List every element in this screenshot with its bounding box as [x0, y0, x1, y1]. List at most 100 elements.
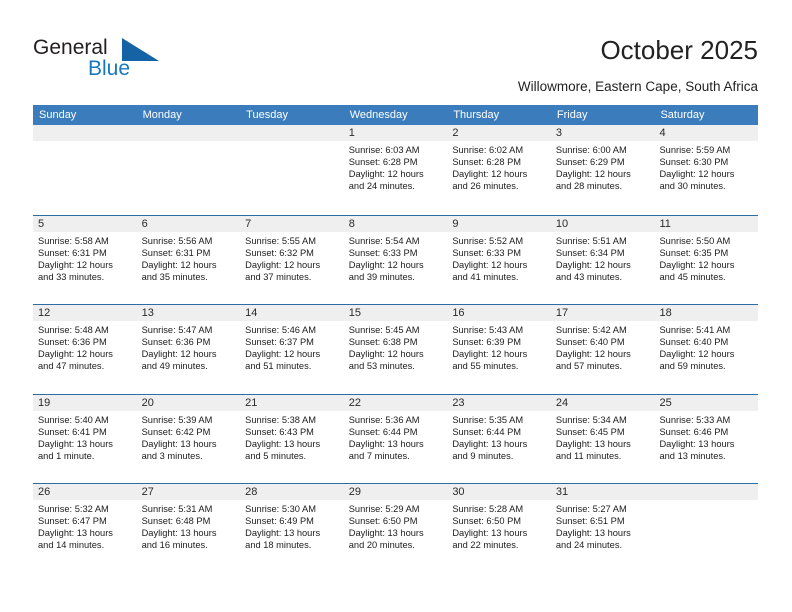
daylight-line-2: and 20 minutes. — [348, 540, 415, 551]
sunrise-time: Sunrise: 5:38 AM — [245, 414, 316, 425]
sunrise-time: Sunrise: 5:47 AM — [141, 325, 213, 335]
calendar-day-cell[interactable]: 1 Sunrise: 6:03 AM Sunset: 6:28 PM Daylight… — [343, 125, 448, 215]
weekday-friday: Friday — [556, 109, 588, 121]
sunrise-time: Sunrise: 5:27 AM — [555, 504, 627, 514]
sunrise-time: Sunrise: 5:39 AM — [141, 414, 213, 425]
calendar-day-cell[interactable]: 17 Sunrise: 5:42 AM Sunset: 6:40 PM Dayligh… — [550, 305, 655, 394]
logo-text-blue: Blue — [88, 57, 131, 80]
calendar-day-cell[interactable]: 28 Sunrise: 5:30 AM Sunset: 6:49 PM Dayligh… — [240, 484, 344, 573]
day-number: 17 — [550, 305, 655, 321]
daylight-line-1: Daylight: 13 hours — [348, 438, 424, 449]
calendar-day-cell[interactable]: 16 Sunrise: 5:43 AM Sunset: 6:39 PM Dayligh… — [447, 305, 551, 394]
calendar-day-cell[interactable]: 23 Sunrise: 5:35 AM Sunset: 6:44 PM Dayligh… — [447, 394, 551, 483]
sunset-time: Sunset: 6:37 PM — [245, 337, 314, 348]
daylight-line-2: and 49 minutes. — [141, 361, 208, 372]
calendar-day-cell[interactable]: 18 Sunrise: 5:41 AM Sunset: 6:40 PM Dayligh… — [654, 305, 759, 394]
page-subtitle: Willowmore, Eastern Cape, South Africa — [517, 79, 758, 94]
day-sun-info: Sunrise: 5:59 AM Sunset: 6:30 PM Daylight:… — [654, 141, 758, 192]
day-sun-info: Sunrise: 5:47 AM Sunset: 6:36 PM Daylight:… — [137, 321, 241, 372]
daylight-line-1: Daylight: 12 hours — [555, 349, 631, 360]
calendar-day-cell[interactable]: 3 Sunrise: 6:00 AM Sunset: 6:29 PM Daylight… — [550, 125, 655, 215]
daylight-line-2: and 33 minutes. — [38, 271, 105, 282]
calendar-day-cell[interactable]: 11 Sunrise: 5:50 AM Sunset: 6:35 PM Dayligh… — [654, 215, 759, 304]
sunset-time: Sunset: 6:45 PM — [555, 426, 625, 437]
sunset-time: Sunset: 6:32 PM — [245, 247, 314, 258]
sunset-time: Sunset: 6:40 PM — [659, 337, 729, 348]
daylight-line-2: and 22 minutes. — [452, 540, 519, 551]
day-sun-info: Sunrise: 5:42 AM Sunset: 6:40 PM Daylight:… — [551, 321, 655, 372]
daylight-line-1: Daylight: 12 hours — [555, 169, 631, 180]
daylight-line-1: Daylight: 13 hours — [141, 438, 217, 449]
sunset-time: Sunset: 6:40 PM — [555, 337, 625, 348]
day-number: 27 — [136, 484, 241, 500]
daylight-line-2: and 47 minutes. — [38, 361, 105, 372]
day-number: 21 — [240, 394, 344, 411]
calendar-day-cell[interactable]: 2 Sunrise: 6:02 AM Sunset: 6:28 PM Daylight… — [447, 125, 551, 215]
calendar-day-cell[interactable]: 12 Sunrise: 5:48 AM Sunset: 6:36 PM Dayligh… — [33, 305, 137, 394]
day-number: 11 — [654, 215, 759, 232]
calendar-day-cell[interactable]: 31 Sunrise: 5:27 AM Sunset: 6:51 PM Dayligh… — [550, 484, 655, 573]
day-sun-info: Sunrise: 5:40 AM Sunset: 6:41 PM Daylight:… — [33, 411, 137, 462]
sunrise-time: Sunrise: 5:33 AM — [659, 414, 731, 425]
daylight-line-2: and 37 minutes. — [245, 271, 312, 282]
sunrise-time: Sunrise: 5:48 AM — [38, 325, 109, 335]
calendar-day-cell[interactable]: 6 Sunrise: 5:56 AM Sunset: 6:31 PM Daylight… — [136, 215, 241, 304]
calendar-day-cell[interactable]: 9 Sunrise: 5:52 AM Sunset: 6:33 PM Daylight… — [447, 215, 551, 304]
sunset-time: Sunset: 6:47 PM — [38, 516, 107, 527]
calendar-day-cell[interactable]: 5 Sunrise: 5:58 AM Sunset: 6:31 PM Daylight… — [33, 215, 137, 304]
sunrise-time: Sunrise: 5:56 AM — [141, 235, 213, 246]
calendar-day-cell[interactable]: 14 Sunrise: 5:46 AM Sunset: 6:37 PM Dayligh… — [240, 305, 344, 394]
weekday-saturday: Saturday — [660, 109, 705, 121]
calendar-day-cell[interactable]: 22 Sunrise: 5:36 AM Sunset: 6:44 PM Dayligh… — [343, 394, 448, 483]
weekday-tuesday: Tuesday — [246, 109, 288, 121]
calendar-day-cell[interactable]: 4 Sunrise: 5:59 AM Sunset: 6:30 PM Daylight… — [654, 125, 759, 215]
calendar-day-cell[interactable]: 26 Sunrise: 5:32 AM Sunset: 6:47 PM Dayligh… — [33, 484, 137, 573]
calendar-day-cell[interactable]: 21 Sunrise: 5:38 AM Sunset: 6:43 PM Dayligh… — [240, 394, 344, 483]
sunset-time: Sunset: 6:31 PM — [141, 247, 211, 258]
sunrise-time: Sunrise: 5:34 AM — [555, 414, 627, 425]
sunrise-time: Sunrise: 5:31 AM — [141, 504, 213, 514]
day-number: 12 — [33, 305, 137, 321]
calendar-day-cell[interactable]: 10 Sunrise: 5:51 AM Sunset: 6:34 PM Dayligh… — [550, 215, 655, 304]
day-sun-info: Sunrise: 5:48 AM Sunset: 6:36 PM Daylight:… — [33, 321, 137, 372]
day-sun-info: Sunrise: 6:03 AM Sunset: 6:28 PM Daylight:… — [344, 141, 448, 192]
calendar-day-cell[interactable]: 7 Sunrise: 5:55 AM Sunset: 6:32 PM Daylight… — [240, 215, 344, 304]
calendar-day-cell[interactable]: 20 Sunrise: 5:39 AM Sunset: 6:42 PM Dayligh… — [136, 394, 241, 483]
daylight-line-1: Daylight: 12 hours — [555, 259, 631, 270]
calendar-day-cell[interactable]: 24 Sunrise: 5:34 AM Sunset: 6:45 PM Dayligh… — [550, 394, 655, 483]
day-number: 18 — [654, 305, 759, 321]
daylight-line-1: Daylight: 13 hours — [141, 528, 217, 539]
daylight-line-2: and 11 minutes. — [555, 450, 622, 461]
sunset-time: Sunset: 6:30 PM — [659, 157, 729, 168]
calendar-day-cell[interactable]: 19 Sunrise: 5:40 AM Sunset: 6:41 PM Dayligh… — [33, 394, 137, 483]
daylight-line-2: and 14 minutes. — [38, 540, 105, 551]
calendar-day-cell[interactable]: 27 Sunrise: 5:31 AM Sunset: 6:48 PM Dayligh… — [136, 484, 241, 573]
sunrise-time: Sunrise: 5:46 AM — [245, 325, 316, 335]
day-sun-info: Sunrise: 5:39 AM Sunset: 6:42 PM Daylight:… — [137, 411, 241, 462]
calendar-day-cell[interactable]: 29 Sunrise: 5:29 AM Sunset: 6:50 PM Dayligh… — [343, 484, 448, 573]
daylight-line-1: Daylight: 12 hours — [141, 349, 217, 360]
day-sun-info: Sunrise: 5:43 AM Sunset: 6:39 PM Daylight:… — [447, 321, 551, 372]
day-sun-info: Sunrise: 6:02 AM Sunset: 6:28 PM Daylight:… — [447, 141, 551, 192]
day-sun-info: Sunrise: 6:00 AM Sunset: 6:29 PM Daylight:… — [551, 141, 655, 192]
calendar-day-cell[interactable]: 30 Sunrise: 5:28 AM Sunset: 6:50 PM Dayligh… — [447, 484, 551, 573]
calendar-week-row: 19 Sunrise: 5:40 AM Sunset: 6:41 PM Dayligh… — [33, 393, 759, 483]
calendar-day-cell[interactable]: 13 Sunrise: 5:47 AM Sunset: 6:36 PM Dayligh… — [136, 305, 241, 394]
day-number: 2 — [447, 125, 551, 141]
logo[interactable]: General Blue — [33, 36, 223, 86]
calendar-day-cell[interactable]: 25 Sunrise: 5:33 AM Sunset: 6:46 PM Dayligh… — [654, 394, 759, 483]
daylight-line-2: and 59 minutes. — [659, 361, 726, 372]
daylight-line-1: Daylight: 12 hours — [452, 259, 528, 270]
day-sun-info: Sunrise: 5:41 AM Sunset: 6:40 PM Daylight:… — [654, 321, 758, 372]
calendar-day-cell[interactable]: 15 Sunrise: 5:45 AM Sunset: 6:38 PM Dayligh… — [343, 305, 448, 394]
calendar-day-cell[interactable]: 8 Sunrise: 5:54 AM Sunset: 6:33 PM Daylight… — [343, 215, 448, 304]
daylight-line-2: and 1 minute. — [38, 450, 95, 461]
daylight-line-2: and 28 minutes. — [555, 181, 623, 192]
sunrise-time: Sunrise: 5:52 AM — [452, 235, 524, 246]
daylight-line-2: and 18 minutes. — [245, 540, 312, 551]
day-sun-info: Sunrise: 5:46 AM Sunset: 6:37 PM Daylight:… — [240, 321, 344, 372]
day-sun-info: Sunrise: 5:33 AM Sunset: 6:46 PM Daylight:… — [654, 411, 758, 462]
weekday-wednesday: Wednesday — [349, 109, 408, 121]
day-number: 8 — [343, 215, 448, 232]
sunset-time: Sunset: 6:48 PM — [141, 516, 211, 527]
